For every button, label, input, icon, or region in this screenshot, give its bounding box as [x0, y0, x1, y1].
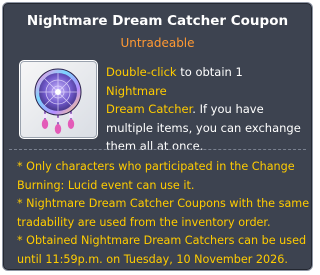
item-tooltip: Nightmare Dream Catcher Coupon Untradeab… [2, 2, 313, 271]
notes-section: * Only characters who participated in th… [17, 158, 312, 269]
item-description: Double-click to obtain 1 Nightmare Dream… [106, 63, 306, 156]
item-icon-box [19, 60, 98, 139]
note-expiry: * Obtained Nightmare Dream Catchers can … [17, 234, 307, 266]
note-inventory-order: * Nightmare Dream Catcher Coupons with t… [17, 197, 310, 229]
note-participation: * Only characters who participated in th… [17, 160, 295, 192]
description-item-name: Nightmare Dream Catcher [106, 83, 193, 117]
tradeability-label: Untradeable [120, 36, 195, 50]
section-divider [9, 149, 306, 150]
description-action: Double-click [106, 65, 177, 79]
description-text-1: to obtain 1 [176, 65, 243, 79]
dream-catcher-icon [34, 68, 82, 134]
item-title: Nightmare Dream Catcher Coupon [26, 13, 289, 29]
